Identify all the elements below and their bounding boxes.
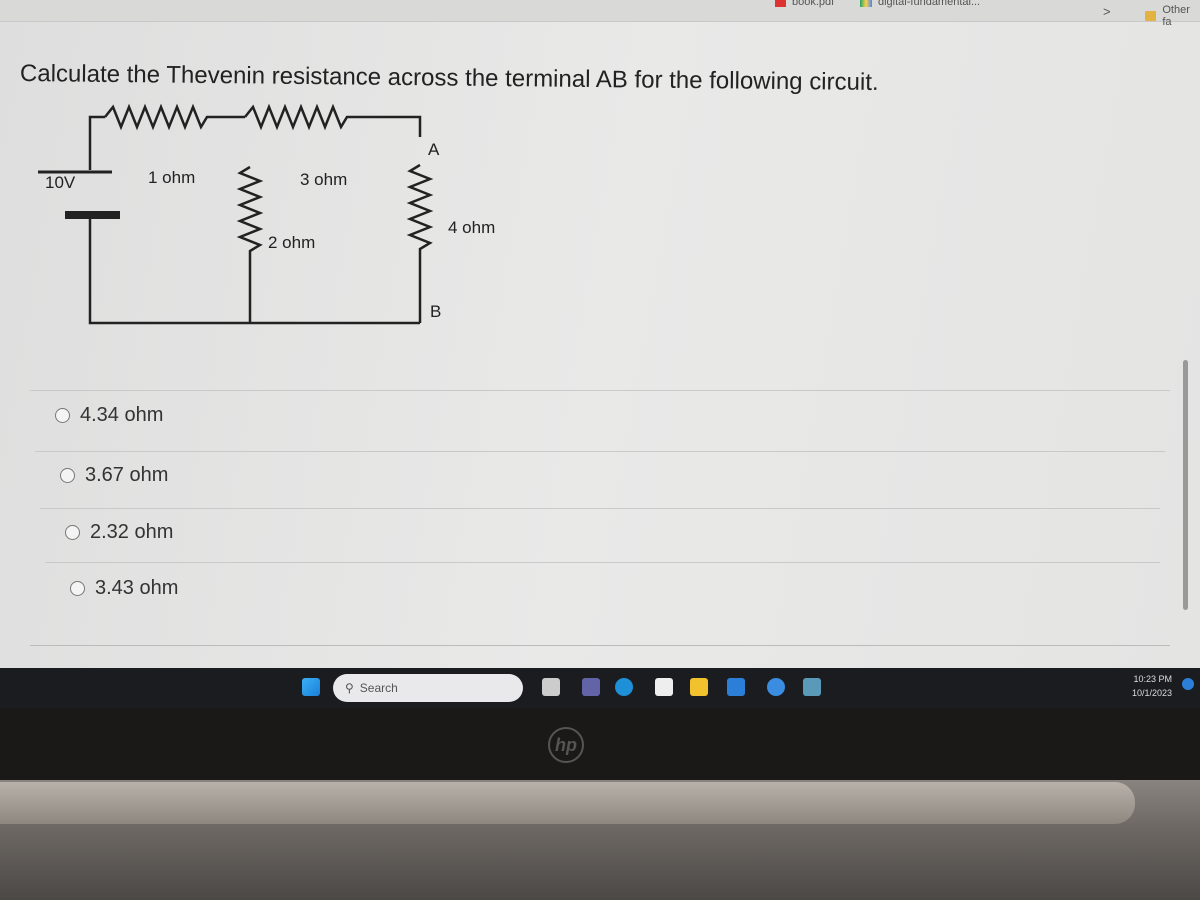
- r3-label: 2 ohm: [268, 233, 315, 252]
- question-text: Calculate the Thevenin resistance across…: [19, 60, 879, 96]
- resistor-4ohm: [406, 163, 434, 323]
- notification-icon[interactable]: [1182, 678, 1194, 690]
- hp-logo: hp: [548, 727, 584, 763]
- radio-button[interactable]: [70, 581, 85, 596]
- source-label: 10V: [45, 173, 76, 192]
- app-icon[interactable]: [727, 678, 745, 696]
- help-icon[interactable]: [767, 678, 785, 696]
- folder-icon: [1145, 11, 1157, 21]
- scrollbar[interactable]: [1183, 360, 1188, 610]
- divider: [30, 390, 1170, 391]
- resistor-1ohm: [104, 103, 245, 131]
- file-explorer-icon[interactable]: [690, 678, 708, 696]
- resistor-3ohm: [244, 103, 422, 137]
- option-4[interactable]: 3.43 ohm: [70, 577, 178, 600]
- bookmark-other-favorites[interactable]: Other fa: [1145, 4, 1200, 28]
- radio-button[interactable]: [60, 468, 75, 483]
- laptop-bezel: [0, 708, 1200, 788]
- task-view-icon[interactable]: [542, 678, 560, 696]
- wire-top-left: [88, 115, 105, 170]
- divider: [30, 645, 1170, 646]
- google-drive-icon: [860, 0, 872, 7]
- terminal-b-label: B: [430, 302, 441, 321]
- screen: book.pdf digital-fundamental... > Other …: [0, 0, 1200, 668]
- bookmarks-bar: book.pdf digital-fundamental... > Other …: [0, 0, 1200, 28]
- start-icon[interactable]: [302, 678, 320, 696]
- clock[interactable]: 10:23 PM 10/1/2023: [1132, 672, 1172, 700]
- bookmark-book-pdf[interactable]: book.pdf: [775, 0, 834, 8]
- taskbar: ⚲ Search 10:23 PM 10/1/2023: [0, 668, 1200, 708]
- divider: [35, 451, 1165, 452]
- radio-button[interactable]: [55, 408, 70, 423]
- taskbar-search[interactable]: ⚲ Search: [333, 674, 523, 702]
- circuit-diagram: 10V 1 ohm 3 ohm 2 ohm 4 ohm A B: [38, 103, 495, 325]
- store-icon[interactable]: [655, 678, 673, 696]
- option-2[interactable]: 3.67 ohm: [60, 464, 168, 487]
- option-1[interactable]: 4.34 ohm: [55, 404, 163, 427]
- resistor-2ohm: [236, 165, 264, 323]
- pdf-icon: [775, 0, 786, 7]
- teams-icon[interactable]: [582, 678, 600, 696]
- radio-button[interactable]: [65, 525, 80, 540]
- bookmark-digital-fundamental[interactable]: digital-fundamental...: [860, 0, 980, 8]
- bookmarks-overflow-button[interactable]: >: [1103, 4, 1111, 19]
- edge-icon[interactable]: [615, 678, 633, 696]
- photos-icon[interactable]: [803, 678, 821, 696]
- laptop-hinge: [0, 782, 1135, 824]
- r4-label: 4 ohm: [448, 218, 495, 237]
- option-3[interactable]: 2.32 ohm: [65, 521, 173, 544]
- divider: [40, 508, 1160, 509]
- terminal-a-label: A: [428, 140, 440, 159]
- search-icon: ⚲: [345, 681, 354, 695]
- r2-label: 3 ohm: [300, 170, 347, 189]
- r1-label: 1 ohm: [148, 168, 195, 187]
- divider: [45, 562, 1160, 563]
